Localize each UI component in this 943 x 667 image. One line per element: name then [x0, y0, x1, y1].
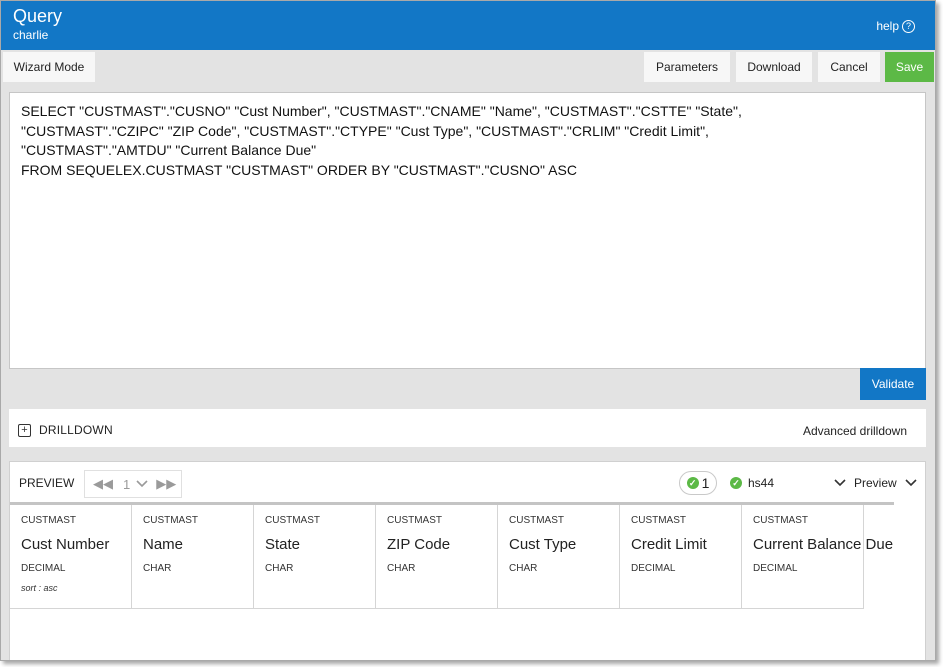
- parameters-button[interactable]: Parameters: [644, 52, 730, 82]
- column-table: CUSTMAST: [631, 515, 686, 526]
- page-number: 1: [123, 476, 131, 492]
- column-type: CHAR: [143, 563, 172, 574]
- query-window: Query charlie help ? Wizard Mode Paramet…: [0, 0, 936, 661]
- wizard-mode-button[interactable]: Wizard Mode: [3, 52, 95, 82]
- status-badge[interactable]: ✓ 1: [679, 471, 717, 495]
- double-chevron-right-icon[interactable]: ▶▶: [156, 476, 176, 492]
- save-button[interactable]: Save: [885, 52, 934, 82]
- column-name: Name: [143, 536, 184, 553]
- column-type: DECIMAL: [21, 563, 66, 574]
- page-title: Query: [13, 6, 63, 26]
- column-type: DECIMAL: [631, 563, 676, 574]
- column-type: CHAR: [509, 563, 538, 574]
- drilldown-label: DRILLDOWN: [39, 423, 113, 437]
- column-header[interactable]: CUSTMAST State CHAR: [254, 505, 376, 609]
- preview-panel: PREVIEW ◀◀ 1 ▶▶ ✓ 1 ✓ hs44 Preview CUSTM…: [9, 461, 926, 660]
- sql-text[interactable]: SELECT "CUSTMAST"."CUSNO" "Cust Number",…: [21, 102, 915, 180]
- advanced-drilldown-link[interactable]: Advanced drilldown: [803, 424, 907, 438]
- column-name: Current Balance Due: [753, 536, 894, 553]
- column-name: Credit Limit: [631, 536, 707, 553]
- column-table: CUSTMAST: [387, 515, 442, 526]
- preview-header: PREVIEW ◀◀ 1 ▶▶ ✓ 1 ✓ hs44 Preview: [10, 462, 925, 503]
- column-type: DECIMAL: [753, 563, 798, 574]
- plus-box-icon: +: [18, 423, 31, 437]
- column-header[interactable]: CUSTMAST Cust Number DECIMAL sort : asc: [10, 505, 132, 609]
- validate-button[interactable]: Validate: [860, 368, 926, 400]
- connection-name: hs44: [748, 476, 775, 490]
- chevron-down-icon: [834, 479, 846, 487]
- app-header: Query charlie help ?: [1, 1, 935, 50]
- toolbar: Wizard Mode Parameters Download Cancel S…: [1, 50, 935, 83]
- preview-menu-label: Preview: [854, 476, 897, 490]
- column-table: CUSTMAST: [143, 515, 198, 526]
- column-header[interactable]: CUSTMAST ZIP Code CHAR: [376, 505, 498, 609]
- column-type: CHAR: [265, 563, 294, 574]
- sql-editor[interactable]: SELECT "CUSTMAST"."CUSNO" "Cust Number",…: [9, 92, 926, 369]
- pager: ◀◀ 1 ▶▶: [84, 470, 182, 498]
- download-button[interactable]: Download: [736, 52, 812, 82]
- drilldown-panel: + DRILLDOWN Advanced drilldown: [9, 409, 926, 447]
- column-type: CHAR: [387, 563, 416, 574]
- column-table: CUSTMAST: [265, 515, 320, 526]
- help-link[interactable]: help ?: [876, 19, 915, 33]
- column-name: Cust Number: [21, 536, 110, 553]
- double-chevron-left-icon[interactable]: ◀◀: [93, 476, 113, 492]
- check-circle-icon: ✓: [686, 477, 699, 489]
- preview-menu[interactable]: Preview: [834, 476, 917, 490]
- chevron-down-icon: [136, 480, 148, 488]
- cancel-button[interactable]: Cancel: [818, 52, 880, 82]
- column-list: CUSTMAST Cust Number DECIMAL sort : asc …: [10, 505, 893, 609]
- drilldown-toggle[interactable]: + DRILLDOWN: [18, 423, 113, 437]
- connection-indicator: ✓ hs44: [730, 476, 774, 490]
- help-label: help: [876, 19, 899, 33]
- column-sort: sort : asc: [21, 583, 58, 593]
- page-select[interactable]: 1: [123, 477, 148, 492]
- column-table: CUSTMAST: [509, 515, 564, 526]
- chevron-down-icon: [905, 479, 917, 487]
- column-header[interactable]: CUSTMAST Name CHAR: [132, 505, 254, 609]
- column-name: State: [265, 536, 301, 553]
- column-table: CUSTMAST: [21, 515, 76, 526]
- help-circle-icon: ?: [902, 19, 915, 33]
- preview-label: PREVIEW: [19, 476, 75, 490]
- check-circle-icon: ✓: [730, 477, 742, 489]
- status-count: 1: [701, 475, 710, 491]
- column-header[interactable]: CUSTMAST Current Balance Due DECIMAL: [742, 505, 893, 609]
- column-name: ZIP Code: [387, 536, 451, 553]
- page-subtitle: charlie: [13, 28, 49, 42]
- column-name: Cust Type: [509, 536, 577, 553]
- column-header[interactable]: CUSTMAST Cust Type CHAR: [498, 505, 620, 609]
- column-table: CUSTMAST: [753, 515, 808, 526]
- column-header[interactable]: CUSTMAST Credit Limit DECIMAL: [620, 505, 742, 609]
